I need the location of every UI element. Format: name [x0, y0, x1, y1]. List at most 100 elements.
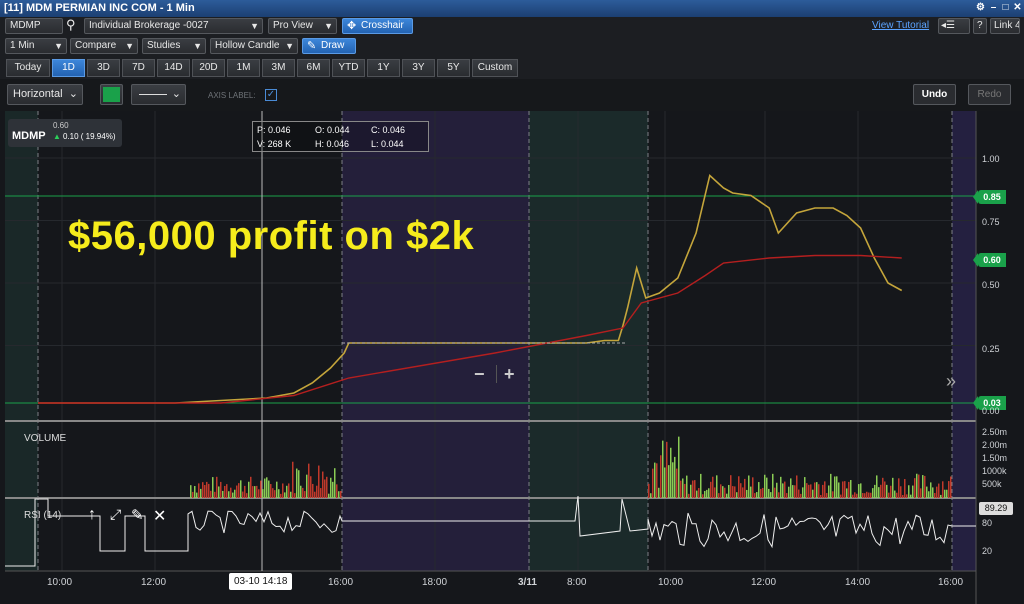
- volume-bar: [328, 493, 330, 498]
- zoom-divider: [496, 365, 497, 383]
- volume-bar: [330, 477, 332, 498]
- volume-bar: [234, 489, 236, 498]
- pencil-icon: ✎: [307, 40, 317, 52]
- view-select[interactable]: Pro View ▼: [268, 18, 337, 34]
- undo-button[interactable]: Undo: [913, 84, 956, 105]
- color-picker[interactable]: [100, 84, 123, 105]
- zoom-out-button[interactable]: −: [474, 364, 485, 385]
- volume-bar: [744, 478, 746, 498]
- price-axis-tick: 0.75: [982, 217, 1000, 227]
- range-20d[interactable]: 20D: [192, 59, 225, 77]
- volume-bar: [672, 462, 674, 498]
- volume-bar: [652, 468, 654, 498]
- price-axis-tick: 0.00: [982, 406, 1000, 416]
- arrow-up-icon[interactable]: ↑: [88, 506, 96, 524]
- draw-button[interactable]: ✎ Draw: [302, 38, 356, 54]
- chart-area[interactable]: − + » ↑ ⤢ ✎ ✕: [0, 111, 1024, 604]
- drawing-toolbar: Horizontal ⌄ ⌄ AXIS LABEL: ✓ Undo Redo: [0, 79, 1024, 111]
- line-style-select[interactable]: ⌄: [131, 84, 186, 105]
- interval-select[interactable]: 1 Min ▼: [5, 38, 67, 54]
- settings-icon[interactable]: ⚙: [974, 2, 987, 15]
- help-button[interactable]: ?: [973, 18, 987, 34]
- range-5y[interactable]: 5Y: [437, 59, 470, 77]
- candle-type-select[interactable]: Hollow Candle ▼: [210, 38, 298, 54]
- volume-bar: [704, 490, 706, 498]
- x-axis-label: 12:00: [751, 577, 777, 588]
- volume-bar: [678, 436, 680, 498]
- quote-symbol: MDMP: [12, 130, 46, 142]
- volume-bar: [810, 484, 812, 498]
- range-3y[interactable]: 3Y: [402, 59, 435, 77]
- volume-bar: [784, 481, 786, 498]
- x-axis-label: 12:00: [141, 577, 167, 588]
- ohlc-v: V: 268 K: [257, 139, 292, 149]
- volume-bar: [936, 486, 938, 498]
- volume-bar: [788, 486, 790, 498]
- volume-bar: [254, 486, 256, 498]
- range-3m[interactable]: 3M: [262, 59, 295, 77]
- range-ytd[interactable]: YTD: [332, 59, 365, 77]
- range-1y[interactable]: 1Y: [367, 59, 400, 77]
- edit-icon[interactable]: ✎: [131, 506, 144, 524]
- volume-bar: [916, 473, 918, 498]
- volume-bar: [712, 476, 714, 498]
- compare-select[interactable]: Compare ▼: [70, 38, 138, 54]
- range-14d[interactable]: 14D: [157, 59, 190, 77]
- chevron-down-icon: ⌄: [68, 88, 78, 100]
- volume-bar: [806, 483, 808, 498]
- volume-bar: [818, 484, 820, 498]
- search-icon[interactable]: ⚲: [66, 17, 76, 33]
- volume-bar: [220, 481, 222, 498]
- volume-bar: [740, 483, 742, 498]
- link-button[interactable]: Link 4: [990, 18, 1020, 34]
- volume-bar: [338, 491, 340, 498]
- zoom-in-button[interactable]: +: [504, 364, 515, 385]
- volume-bar: [268, 480, 270, 498]
- range-1d[interactable]: 1D: [52, 59, 85, 77]
- volume-bar: [204, 485, 206, 498]
- x-axis-label: 16:00: [328, 577, 354, 588]
- line-type-select[interactable]: Horizontal ⌄: [7, 84, 83, 105]
- volume-bar: [682, 478, 684, 498]
- quote-box: MDMP 0.60 ▲ 0.10 ( 19.94%): [8, 119, 122, 147]
- volume-bar: [318, 465, 320, 498]
- redo-button[interactable]: Redo: [968, 84, 1011, 105]
- view-tutorial-link[interactable]: View Tutorial: [872, 20, 929, 31]
- volume-bar: [924, 475, 926, 498]
- volume-bar: [270, 484, 272, 498]
- axis-label-checkbox[interactable]: ✓: [265, 89, 277, 101]
- studies-select[interactable]: Studies ▼: [142, 38, 206, 54]
- volume-bar: [918, 474, 920, 498]
- volume-bar: [814, 482, 816, 498]
- x-axis-label: 3/11: [518, 577, 537, 588]
- volume-bar: [240, 480, 242, 498]
- account-select[interactable]: Individual Brokerage -0027 ▼: [84, 18, 263, 34]
- range-custom[interactable]: Custom: [472, 59, 518, 77]
- volume-bar: [772, 473, 774, 498]
- volume-bar: [226, 484, 228, 498]
- volume-bar: [316, 485, 318, 498]
- range-1m[interactable]: 1M: [227, 59, 260, 77]
- range-today[interactable]: Today: [6, 59, 50, 77]
- range-6m[interactable]: 6M: [297, 59, 330, 77]
- volume-bar: [812, 489, 814, 498]
- volume-bar: [656, 463, 658, 498]
- expand-icon[interactable]: ⤢: [110, 506, 121, 523]
- x-axis-label: 10:00: [658, 577, 684, 588]
- range-7d[interactable]: 7D: [122, 59, 155, 77]
- volume-bar: [698, 488, 700, 498]
- menu-button[interactable]: ◂☰: [938, 18, 970, 34]
- volume-bar: [906, 494, 908, 498]
- symbol-input[interactable]: MDMP: [5, 18, 63, 34]
- volume-bar: [214, 491, 216, 498]
- volume-bar: [310, 476, 312, 498]
- range-3d[interactable]: 3D: [87, 59, 120, 77]
- close-study-icon[interactable]: ✕: [153, 506, 166, 526]
- close-icon[interactable]: ✕: [1011, 2, 1024, 15]
- scroll-right-icon[interactable]: »: [946, 371, 956, 392]
- crosshair-button[interactable]: ✥ Crosshair: [342, 18, 413, 34]
- account-value: Individual Brokerage -0027: [89, 20, 209, 31]
- volume-bar: [668, 465, 670, 498]
- volume-bar: [872, 488, 874, 498]
- volume-bar: [662, 440, 664, 498]
